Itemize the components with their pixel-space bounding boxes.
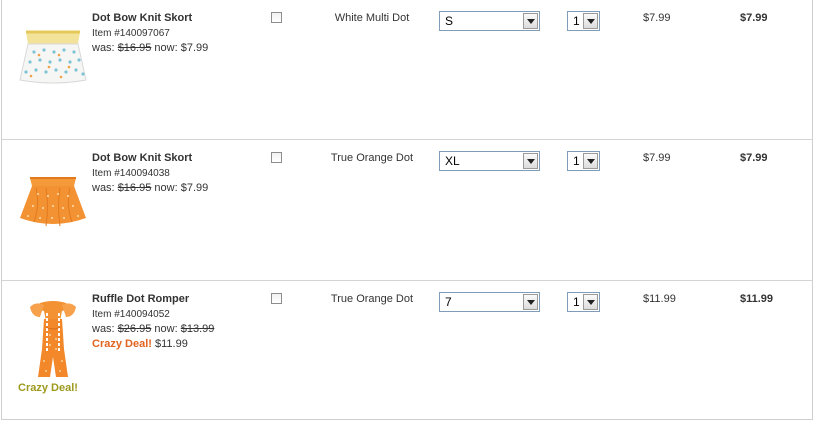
- chevron-down-icon[interactable]: [523, 13, 538, 29]
- size-value: XL: [445, 154, 460, 168]
- was-label: was:: [92, 42, 115, 54]
- deal-price: $11.99: [154, 338, 188, 350]
- quantity-select[interactable]: 1: [567, 151, 600, 171]
- size-select[interactable]: S: [439, 11, 540, 31]
- deal-price-line: Crazy Deal! $11.99: [92, 337, 262, 352]
- unit-price: $11.99: [643, 293, 676, 305]
- was-label: was:: [92, 182, 115, 194]
- now-label: now:: [154, 42, 178, 54]
- select-item-checkbox[interactable]: [271, 152, 282, 163]
- item-color: White Multi Dot: [334, 12, 410, 24]
- product-info: Dot Bow Knit Skort Item #140094038 was: …: [92, 151, 262, 196]
- cart-row: Dot Bow Knit Skort Item #140094038 was: …: [2, 139, 812, 281]
- size-value: 7: [445, 295, 452, 309]
- select-item-checkbox[interactable]: [271, 12, 282, 23]
- now-price: $13.99: [180, 323, 215, 335]
- select-item-checkbox[interactable]: [271, 293, 282, 304]
- now-label: now:: [154, 323, 178, 335]
- crazy-deal-label: Crazy Deal!: [92, 338, 152, 350]
- was-price: $26.95: [117, 323, 152, 335]
- quantity-value: 1: [573, 295, 580, 309]
- chevron-down-icon[interactable]: [523, 153, 538, 169]
- quantity-value: 1: [573, 14, 580, 28]
- item-number: Item #140097067: [92, 28, 170, 39]
- chevron-down-icon[interactable]: [583, 13, 598, 29]
- was-price: $16.95: [117, 42, 152, 54]
- cart-row: Dot Bow Knit Skort Item #140097067 was: …: [2, 0, 812, 139]
- was-label: was:: [92, 323, 115, 335]
- price-history: was: $16.95 now: $7.99: [92, 181, 262, 196]
- quantity-select[interactable]: 1: [567, 11, 600, 31]
- quantity-select[interactable]: 1: [567, 292, 600, 312]
- now-price: $7.99: [180, 42, 209, 54]
- product-image-orange-skort[interactable]: [16, 150, 90, 240]
- chevron-down-icon[interactable]: [523, 294, 538, 310]
- now-label: now:: [154, 182, 178, 194]
- product-info: Dot Bow Knit Skort Item #140097067 was: …: [92, 11, 262, 56]
- line-total: $7.99: [740, 12, 768, 24]
- was-price: $16.95: [117, 182, 152, 194]
- unit-price: $7.99: [643, 152, 671, 164]
- crazy-deal-badge: Crazy Deal!: [18, 382, 78, 394]
- chevron-down-icon[interactable]: [583, 153, 598, 169]
- chevron-down-icon[interactable]: [583, 294, 598, 310]
- product-name[interactable]: Dot Bow Knit Skort: [92, 151, 262, 166]
- size-value: S: [445, 14, 454, 28]
- size-select[interactable]: XL: [439, 151, 540, 171]
- cart-row: Crazy Deal! Ruffle Dot Romper Item #1400…: [2, 280, 812, 421]
- product-image-orange-romper[interactable]: [16, 291, 90, 381]
- price-history: was: $16.95 now: $7.99: [92, 41, 262, 56]
- product-image-white-skort[interactable]: [16, 10, 90, 100]
- quantity-value: 1: [573, 154, 580, 168]
- item-color: True Orange Dot: [330, 152, 414, 164]
- line-total: $11.99: [740, 293, 774, 305]
- product-name[interactable]: Ruffle Dot Romper: [92, 292, 262, 307]
- product-name[interactable]: Dot Bow Knit Skort: [92, 11, 262, 26]
- line-total: $7.99: [740, 152, 768, 164]
- size-select[interactable]: 7: [439, 292, 540, 312]
- item-number: Item #140094052: [92, 309, 170, 320]
- item-color: True Orange Dot: [330, 293, 414, 305]
- product-info: Ruffle Dot Romper Item #140094052 was: $…: [92, 292, 262, 352]
- unit-price: $7.99: [643, 12, 671, 24]
- now-price: $7.99: [180, 182, 209, 194]
- item-number: Item #140094038: [92, 168, 170, 179]
- price-history: was: $26.95 now: $13.99: [92, 322, 262, 337]
